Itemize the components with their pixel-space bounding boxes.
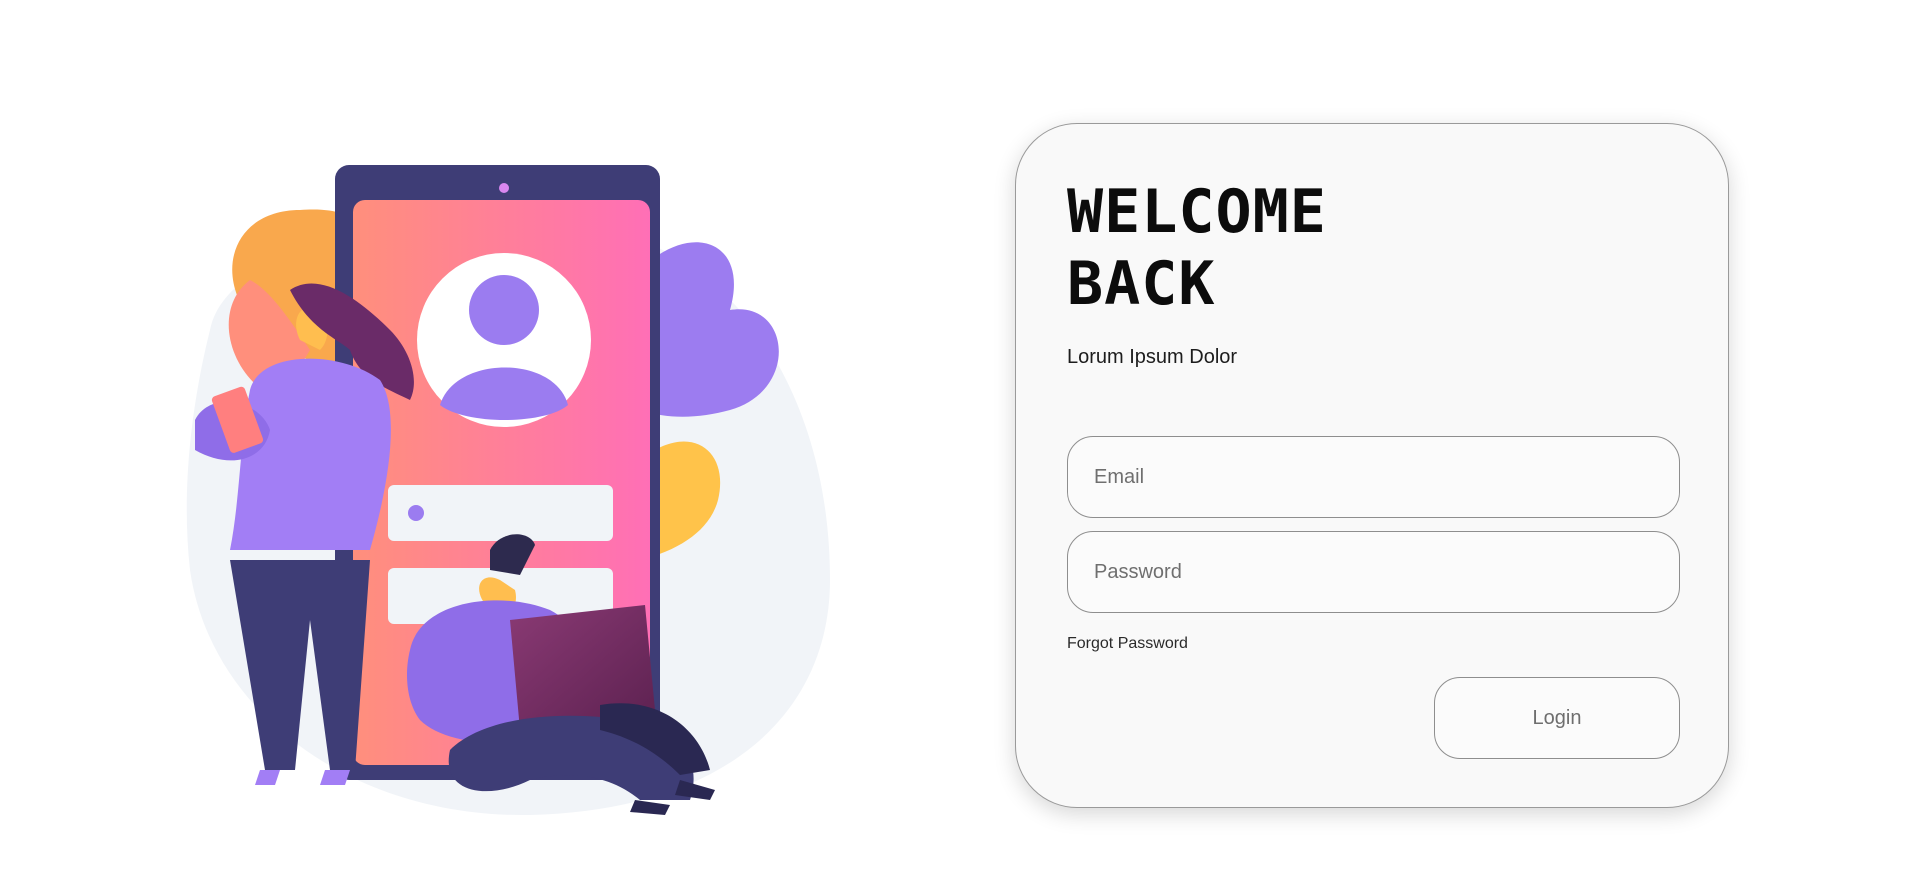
subtitle: Lorum Ipsum Dolor	[1067, 346, 1238, 368]
login-card: WELCOME BACK Lorum Ipsum Dolor Forgot Pa…	[1015, 123, 1729, 808]
email-field[interactable]	[1067, 436, 1680, 518]
login-illustration	[170, 150, 870, 830]
person-login-illustration	[186, 165, 831, 816]
login-page: WELCOME BACK Lorum Ipsum Dolor Forgot Pa…	[0, 0, 1917, 894]
title-line-welcome: WELCOME	[1067, 177, 1327, 247]
page-title: WELCOME BACK	[1067, 176, 1327, 320]
title-line-back: BACK	[1067, 249, 1216, 319]
password-field[interactable]	[1067, 531, 1680, 613]
login-button[interactable]: Login	[1434, 677, 1680, 759]
forgot-password-link[interactable]: Forgot Password	[1067, 635, 1188, 653]
